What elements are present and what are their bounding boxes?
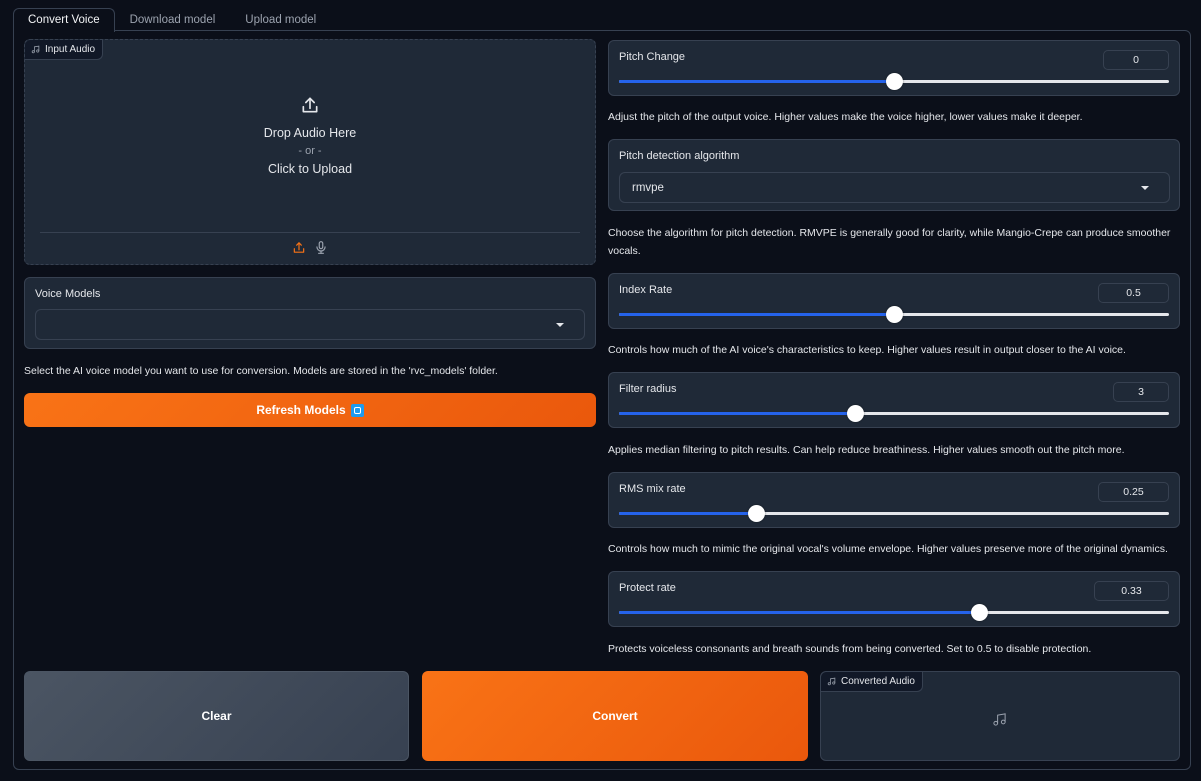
microphone-icon — [316, 241, 326, 254]
slider-thumb[interactable] — [748, 505, 765, 522]
protect-rate-block: Protect rate 0.33 — [608, 571, 1180, 627]
slider-thumb[interactable] — [885, 73, 903, 90]
microphone-source-button[interactable] — [314, 240, 328, 255]
tab-convert-voice[interactable]: Convert Voice — [13, 8, 115, 32]
upload-source-button[interactable] — [292, 240, 306, 255]
filter-radius-slider[interactable] — [619, 405, 1169, 422]
converted-audio-label-text: Converted Audio — [841, 676, 915, 687]
music-note-icon — [992, 712, 1007, 730]
pitch-algorithm-label: Pitch detection algorithm — [619, 150, 740, 162]
chevron-down-icon — [556, 322, 564, 327]
upload-area[interactable]: Drop Audio Here - or - Click to Upload — [25, 95, 595, 176]
or-separator: - or - — [298, 145, 322, 157]
slider-fill — [619, 512, 757, 515]
slider-thumb[interactable] — [970, 604, 988, 621]
music-note-icon — [827, 677, 836, 686]
slider-fill — [619, 412, 856, 415]
tab-upload-model[interactable]: Upload model — [230, 8, 331, 31]
protect-rate-label: Protect rate — [619, 582, 676, 594]
slider-thumb[interactable] — [847, 405, 864, 422]
pitch-change-info: Adjust the pitch of the output voice. Hi… — [608, 111, 1083, 123]
input-audio-label-text: Input Audio — [45, 44, 96, 55]
slider-fill — [619, 80, 894, 83]
drop-audio-text: Drop Audio Here — [263, 126, 357, 140]
protect-rate-input[interactable]: 0.33 — [1094, 581, 1169, 601]
upload-icon — [293, 242, 305, 253]
index-rate-input[interactable]: 0.5 — [1098, 283, 1169, 303]
protect-rate-info: Protects voiceless consonants and breath… — [608, 643, 1092, 655]
slider-fill — [619, 611, 980, 614]
filter-radius-label: Filter radius — [619, 383, 677, 395]
input-audio-label: Input Audio — [25, 40, 104, 60]
filter-radius-block: Filter radius 3 — [608, 372, 1180, 428]
repeat-icon — [350, 403, 364, 417]
index-rate-block: Index Rate 0.5 — [608, 273, 1180, 329]
rms-mix-rate-block: RMS mix rate 0.25 — [608, 472, 1180, 528]
audio-source-selector — [25, 240, 595, 255]
converted-audio-output: Converted Audio — [820, 671, 1180, 761]
protect-rate-slider[interactable] — [619, 604, 1169, 621]
voice-models-block: Voice Models — [24, 277, 596, 349]
index-rate-info: Controls how much of the AI voice's char… — [608, 344, 1126, 356]
rms-mix-rate-input[interactable]: 0.25 — [1098, 482, 1169, 502]
pitch-change-block: Pitch Change 0 — [608, 40, 1180, 96]
divider — [40, 232, 580, 233]
pitch-algorithm-value: rmvpe — [632, 181, 664, 194]
voice-models-info: Select the AI voice model you want to us… — [24, 365, 498, 377]
rms-mix-rate-slider[interactable] — [619, 505, 1169, 522]
slider-fill — [619, 313, 894, 316]
pitch-change-label: Pitch Change — [619, 51, 686, 63]
music-note-icon — [31, 45, 40, 54]
index-rate-label: Index Rate — [619, 284, 673, 296]
index-rate-slider[interactable] — [619, 306, 1169, 323]
rms-mix-rate-info: Controls how much to mimic the original … — [608, 543, 1168, 555]
refresh-models-label: Refresh Models — [256, 403, 346, 417]
input-audio-dropzone[interactable]: Input Audio Drop Audio Here - or - Click… — [24, 39, 596, 265]
voice-models-label: Voice Models — [35, 288, 101, 300]
click-to-upload-text: Click to Upload — [267, 162, 353, 176]
clear-button[interactable]: Clear — [24, 671, 409, 761]
converted-audio-label: Converted Audio — [821, 672, 923, 692]
pitch-change-slider[interactable] — [619, 73, 1169, 90]
tab-download-model[interactable]: Download model — [115, 8, 231, 31]
voice-models-dropdown[interactable] — [35, 309, 585, 340]
convert-button[interactable]: Convert — [422, 671, 808, 761]
tab-bar: Convert Voice Download model Upload mode… — [13, 8, 331, 32]
rms-mix-rate-label: RMS mix rate — [619, 483, 686, 495]
chevron-down-icon — [1141, 185, 1149, 190]
slider-thumb[interactable] — [885, 306, 903, 323]
filter-radius-input[interactable]: 3 — [1113, 382, 1169, 402]
pitch-change-input[interactable]: 0 — [1103, 50, 1169, 70]
filter-radius-info: Applies median filtering to pitch result… — [608, 444, 1125, 456]
upload-icon — [300, 95, 320, 115]
pitch-algorithm-dropdown[interactable]: rmvpe — [619, 172, 1170, 203]
refresh-models-button[interactable]: Refresh Models — [24, 393, 596, 427]
pitch-algorithm-block: Pitch detection algorithm rmvpe — [608, 139, 1180, 211]
pitch-algorithm-info: Choose the algorithm for pitch detection… — [608, 227, 1171, 257]
